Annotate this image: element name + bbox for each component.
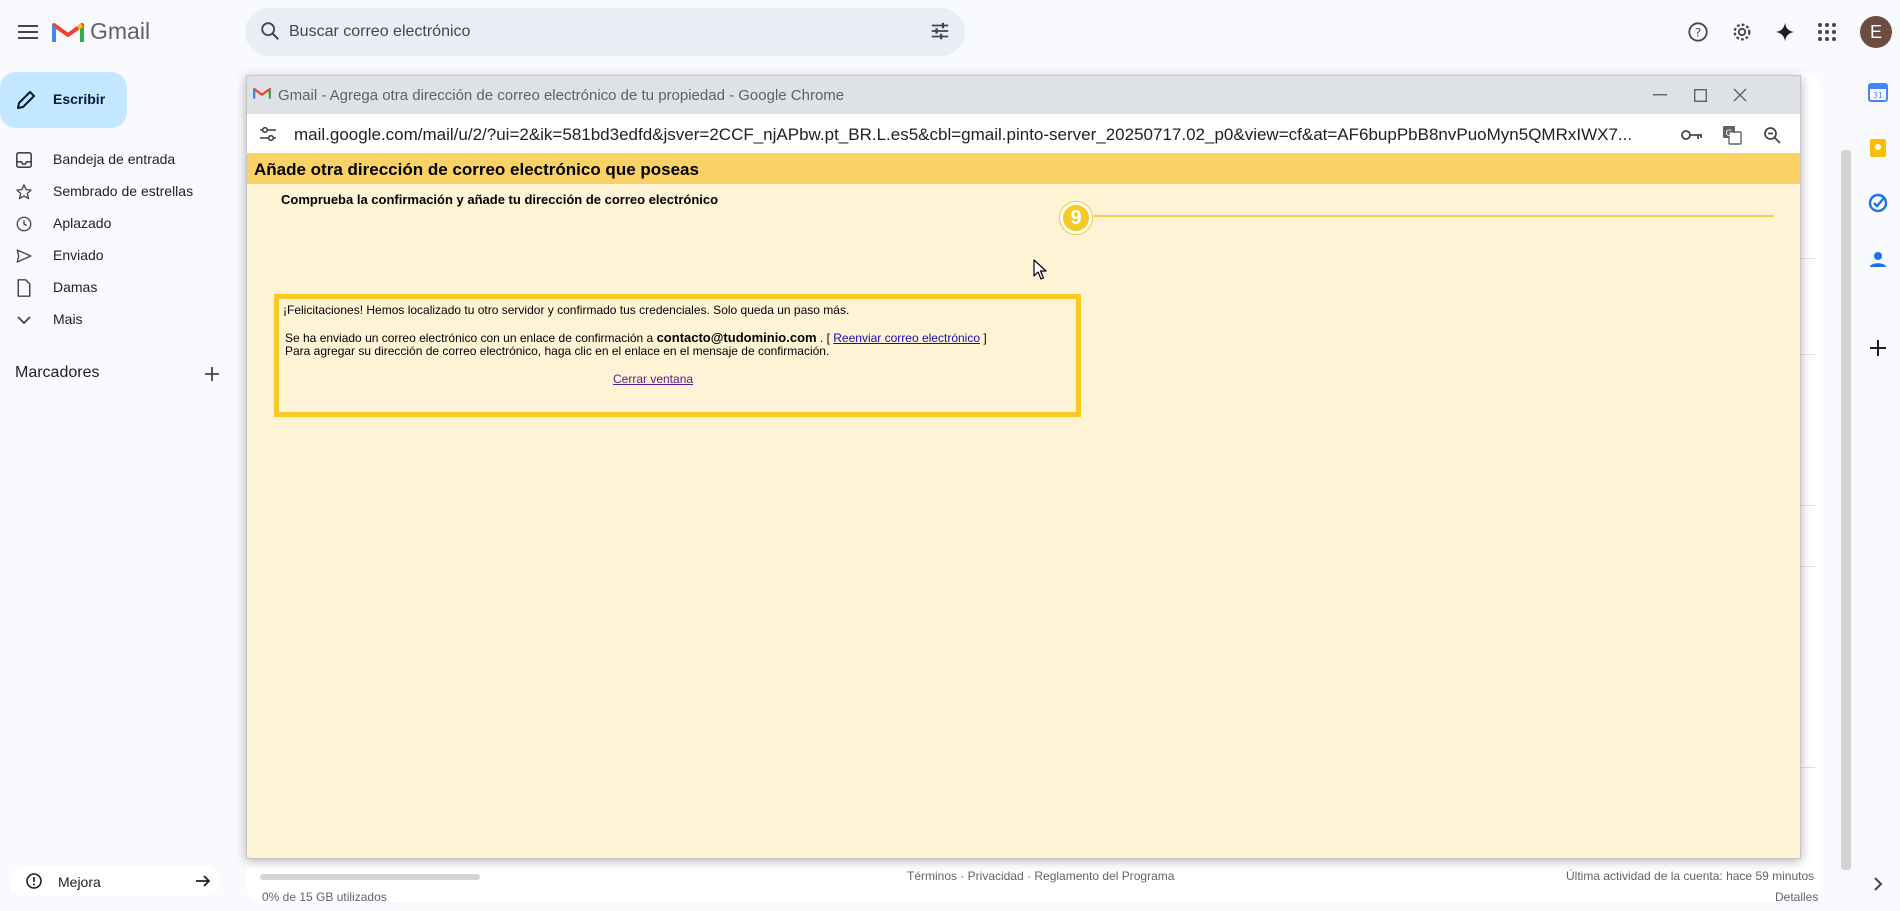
nav-label-more: Mais	[53, 311, 83, 327]
upgrade-label: Mejora	[58, 874, 101, 890]
key-icon[interactable]	[1680, 123, 1704, 147]
congrats-text: ¡Felicitaciones! Hemos localizado tu otr…	[283, 303, 850, 317]
popup-url[interactable]: mail.google.com/mail/u/2/?ui=2&ik=581bd3…	[294, 125, 1674, 145]
bracket-open: . [	[816, 331, 834, 345]
tasks-icon[interactable]	[1868, 193, 1888, 213]
nav-item-drafts[interactable]: Damas	[0, 271, 240, 303]
maximize-icon[interactable]	[1687, 82, 1713, 108]
hamburger-icon	[18, 25, 38, 39]
calendar-icon[interactable]: 31	[1868, 82, 1888, 102]
contacts-icon[interactable]	[1868, 249, 1888, 269]
close-window-link[interactable]: Cerrar ventana	[613, 372, 693, 386]
popup-heading-bar: Añade otra dirección de correo electróni…	[247, 154, 1800, 184]
gmail-logo-text: Gmail	[90, 18, 151, 44]
account-avatar[interactable]: E	[1860, 16, 1892, 48]
footer-links[interactable]: Términos · Privacidad · Reglamento del P…	[907, 869, 1174, 883]
horizontal-scrollbar[interactable]	[260, 874, 480, 880]
gmail-header: Gmail Buscar correo electrónico ? E	[0, 0, 1900, 64]
upgrade-button[interactable]: Mejora	[10, 866, 220, 896]
minimize-icon[interactable]	[1647, 82, 1673, 108]
search-icon[interactable]	[259, 20, 281, 47]
send-icon	[14, 246, 34, 266]
help-icon[interactable]: ?	[1682, 16, 1714, 48]
inbox-icon	[14, 150, 34, 170]
popup-content: Añade otra dirección de correo electróni…	[247, 154, 1800, 858]
gmail-m-icon	[52, 22, 84, 42]
divider-line	[1094, 215, 1774, 217]
popup-window-title: Gmail - Agrega otra dirección de correo …	[278, 87, 845, 104]
draft-icon	[14, 278, 34, 298]
svg-text:G: G	[1726, 129, 1733, 139]
popup-subheading: Comprueba la confirmación y añade tu dir…	[281, 192, 719, 207]
nav-item-sent[interactable]: Enviado	[0, 239, 240, 271]
svg-text:?: ?	[1695, 26, 1701, 40]
resend-email-link[interactable]: Reenviar correo electrónico	[833, 331, 980, 345]
sent-prefix: Se ha enviado un correo electrónico con …	[285, 331, 657, 345]
get-addons-plus-icon[interactable]	[1868, 338, 1888, 358]
instruction-text: Para agregar su dirección de correo elec…	[285, 344, 830, 358]
gmail-favicon-icon	[253, 86, 271, 105]
labels-section-title: Marcadores	[15, 364, 100, 381]
sent-text: Se ha enviado un correo electrónico con …	[285, 330, 987, 345]
chevron-down-icon	[14, 310, 34, 330]
info-icon	[26, 873, 42, 894]
apps-grid-icon[interactable]	[1811, 16, 1843, 48]
nav-label-drafts: Damas	[53, 279, 98, 295]
zoom-out-icon[interactable]	[1760, 123, 1784, 147]
details-link[interactable]: Detalles	[1775, 890, 1818, 904]
search-options-icon[interactable]	[929, 20, 951, 47]
mouse-pointer-icon	[1033, 259, 1047, 286]
arrow-right-icon	[194, 872, 212, 895]
step-badge: 9	[1060, 202, 1092, 234]
star-icon	[14, 182, 34, 202]
confirmation-message-box: ¡Felicitaciones! Hemos localizado tu otr…	[274, 294, 1081, 417]
pencil-icon	[14, 88, 38, 117]
popup-address-bar[interactable]: mail.google.com/mail/u/2/?ui=2&ik=581bd3…	[247, 114, 1800, 154]
nav-label-snoozed: Aplazado	[53, 215, 112, 231]
search-input[interactable]: Buscar correo electrónico	[289, 23, 470, 41]
account-activity: Última actividad de la cuenta: hace 59 m…	[1566, 869, 1815, 883]
clock-icon	[14, 214, 34, 234]
search-bar[interactable]: Buscar correo electrónico	[245, 8, 965, 56]
vertical-scrollbar[interactable]	[1841, 150, 1851, 870]
nav-item-inbox[interactable]: Bandeja de entrada	[0, 143, 240, 175]
settings-gear-icon[interactable]	[1726, 16, 1758, 48]
popup-heading: Añade otra dirección de correo electróni…	[254, 160, 699, 179]
translate-icon[interactable]: G	[1720, 123, 1744, 147]
site-info-icon[interactable]	[259, 125, 277, 148]
compose-button[interactable]: Escribir	[0, 72, 127, 128]
nav-label-inbox: Bandeja de entrada	[53, 151, 176, 167]
nav-item-more[interactable]: Mais	[0, 303, 240, 335]
keep-icon[interactable]	[1868, 138, 1888, 158]
bracket-close: ]	[980, 331, 987, 345]
nav-label-sent: Enviado	[53, 247, 104, 263]
gmail-logo[interactable]: Gmail	[52, 18, 150, 45]
nav-label-starred: Sembrado de estrellas	[53, 183, 194, 199]
storage-usage: 0% de 15 GB utilizados	[262, 890, 387, 904]
popup-title-bar[interactable]: Gmail - Agrega otra dirección de correo …	[247, 76, 1800, 114]
nav-item-starred[interactable]: Sembrado de estrellas	[0, 175, 240, 207]
email-address: contacto@tudominio.com	[656, 330, 817, 345]
close-window-icon[interactable]	[1727, 82, 1753, 108]
add-label-button[interactable]	[200, 362, 224, 386]
compose-label: Escribir	[53, 91, 106, 107]
hide-side-panel-chevron-icon[interactable]	[1868, 874, 1888, 894]
main-menu-button[interactable]	[8, 12, 48, 52]
nav-item-snoozed[interactable]: Aplazado	[0, 207, 240, 239]
gemini-sparkle-icon[interactable]	[1769, 16, 1801, 48]
chrome-popup-window: Gmail - Agrega otra dirección de correo …	[246, 75, 1801, 859]
svg-text:31: 31	[1873, 91, 1883, 100]
plus-icon	[205, 367, 219, 381]
